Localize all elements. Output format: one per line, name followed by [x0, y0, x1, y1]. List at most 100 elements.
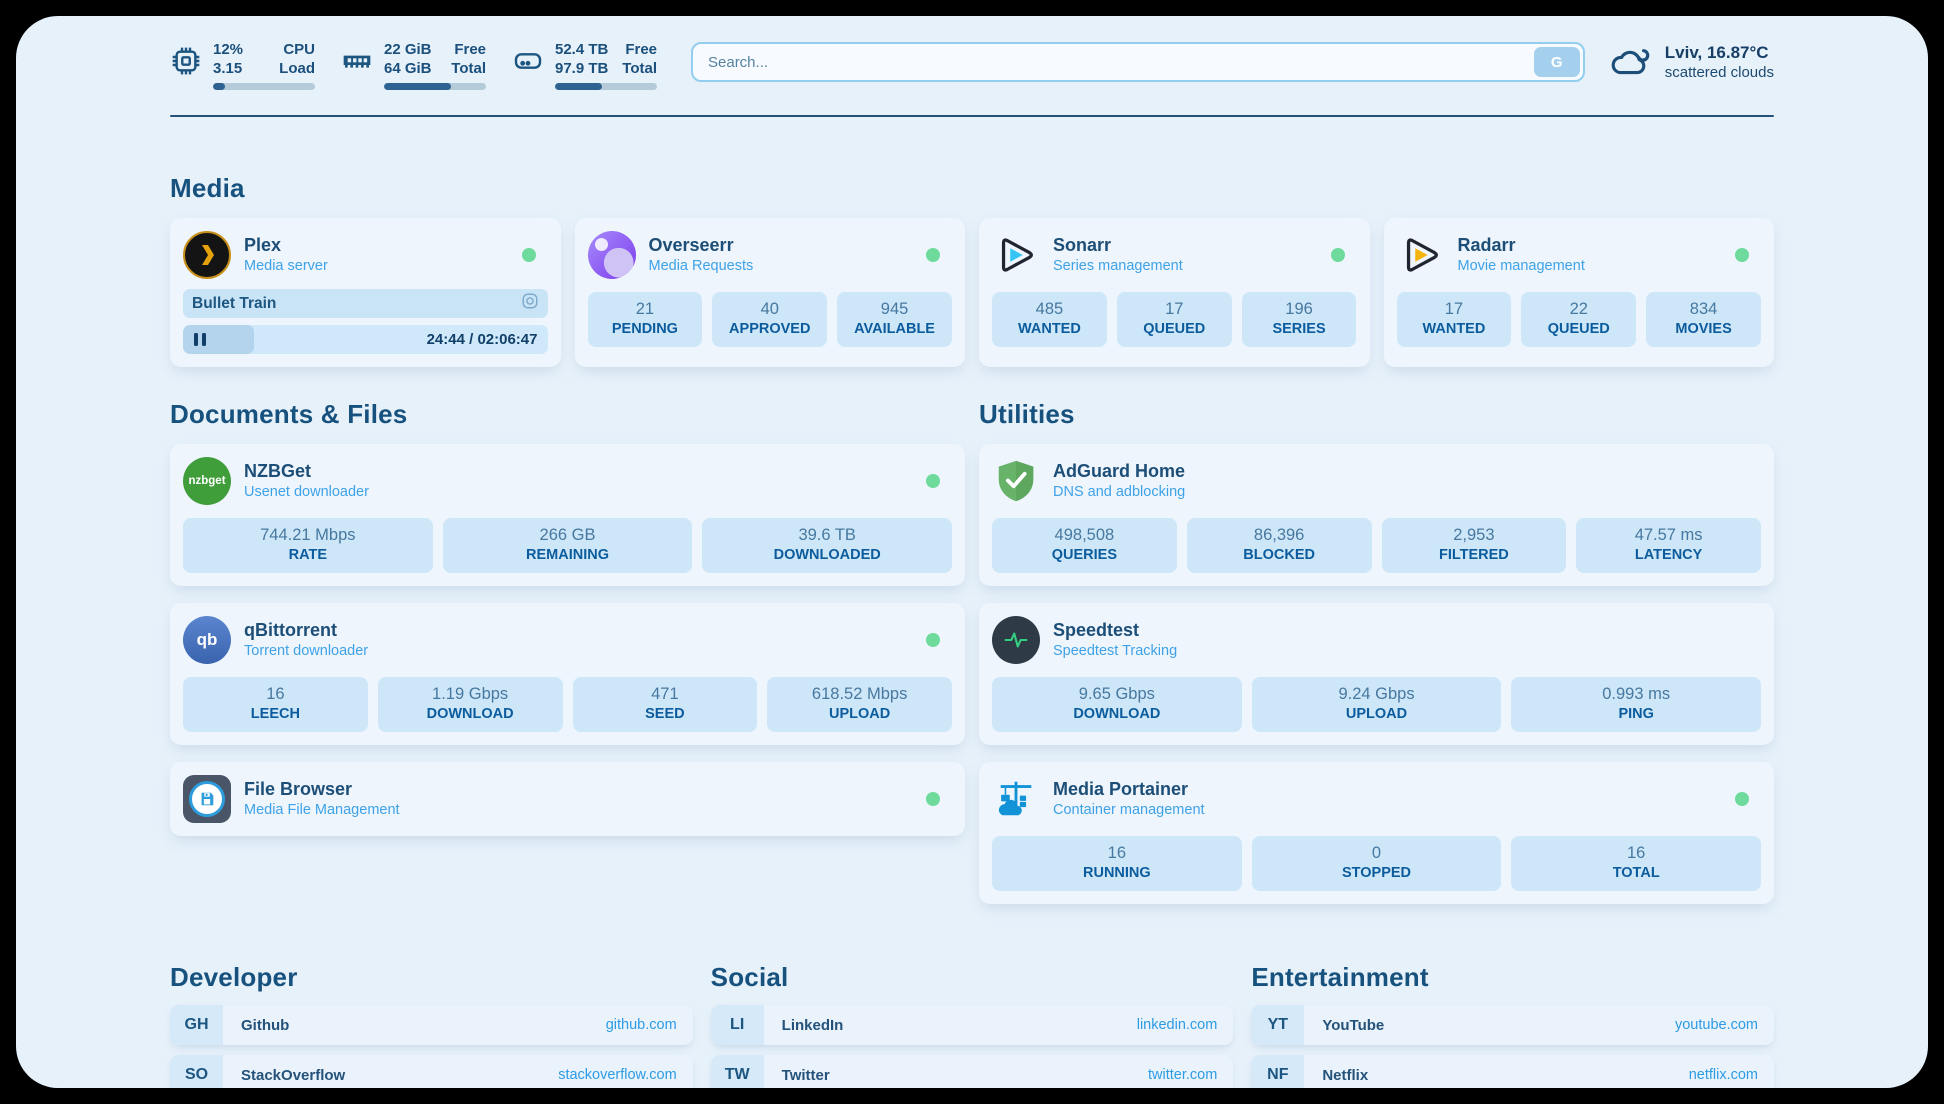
app-subtitle: Torrent downloader [244, 642, 913, 661]
stat-upload: 9.24 GbpsUPLOAD [1252, 677, 1502, 732]
link-url: netflix.com [1689, 1067, 1758, 1083]
link-badge: LI [711, 1005, 764, 1045]
overseerr-icon [588, 231, 636, 279]
link-row-youtube[interactable]: YT YouTube youtube.com [1251, 1005, 1774, 1045]
app-subtitle: Media File Management [244, 801, 913, 820]
section-title-documents: Documents & Files [170, 399, 965, 430]
speedtest-icon [992, 616, 1040, 664]
weather-condition: scattered clouds [1665, 63, 1774, 83]
cpu-icon [170, 45, 202, 82]
stat-download: 1.19 GbpsDOWNLOAD [378, 677, 563, 732]
stat-value: 9.65 Gbps [996, 684, 1238, 705]
stat-value: 86,396 [1191, 525, 1368, 546]
section-title-utilities: Utilities [979, 399, 1774, 430]
header-divider [170, 115, 1774, 117]
app-card-speedtest[interactable]: Speedtest Speedtest Tracking 9.65 GbpsDO… [979, 603, 1774, 745]
stat-label: PING [1515, 705, 1757, 724]
link-row-twitter[interactable]: TW Twitter twitter.com [711, 1055, 1234, 1088]
ram-label-bottom: Total [451, 59, 486, 78]
stat-value: 485 [996, 299, 1103, 320]
stat-total: 16TOTAL [1511, 836, 1761, 891]
qbittorrent-icon-text: qb [197, 630, 218, 650]
app-card-radarr[interactable]: Radarr Movie management 17WANTED 22QUEUE… [1384, 218, 1775, 367]
stat-value: 618.52 Mbps [771, 684, 948, 705]
filebrowser-icon [183, 775, 231, 823]
section-developer: Developer GH Github github.com SO StackO… [170, 962, 693, 1088]
link-url: github.com [606, 1017, 677, 1033]
stat-value: 39.6 TB [706, 525, 948, 546]
disk-total-value: 97.9 TB [555, 59, 608, 78]
cpu-progress-fill [213, 83, 225, 90]
stat-label: AVAILABLE [841, 320, 948, 339]
app-name: Plex [244, 234, 509, 257]
stat-label: STOPPED [1256, 864, 1498, 883]
stat-remaining: 266 GBREMAINING [443, 518, 693, 573]
stat-label: DOWNLOAD [382, 705, 559, 724]
stat-value: 2,953 [1386, 525, 1563, 546]
stat-value: 16 [187, 684, 364, 705]
link-row-github[interactable]: GH Github github.com [170, 1005, 693, 1045]
stat-queued: 22QUEUED [1521, 292, 1636, 347]
link-url: stackoverflow.com [558, 1067, 676, 1083]
section-title-entertainment: Entertainment [1251, 962, 1774, 993]
link-row-linkedin[interactable]: LI LinkedIn linkedin.com [711, 1005, 1234, 1045]
app-card-adguard[interactable]: AdGuard Home DNS and adblocking 498,508Q… [979, 444, 1774, 586]
link-name: Github [241, 1017, 606, 1034]
ram-free-value: 22 GiB [384, 40, 432, 59]
stat-label: SEED [577, 705, 754, 724]
link-url: linkedin.com [1137, 1017, 1218, 1033]
stat-value: 498,508 [996, 525, 1173, 546]
status-dot [926, 792, 940, 806]
link-row-stackoverflow[interactable]: SO StackOverflow stackoverflow.com [170, 1055, 693, 1088]
stat-value: 17 [1121, 299, 1228, 320]
app-card-overseerr[interactable]: Overseerr Media Requests 21PENDING 40APP… [575, 218, 966, 367]
section-media: Media Plex Media server Bullet Train [170, 173, 1774, 367]
app-subtitle: Media Requests [649, 257, 914, 276]
ram-progress-fill [384, 83, 451, 90]
system-stats: 12%CPU 3.15Load 22 GiBFree 64 GiBTotal [170, 40, 657, 90]
status-dot [1735, 248, 1749, 262]
app-name: File Browser [244, 778, 913, 801]
stat-upload: 618.52 MbpsUPLOAD [767, 677, 952, 732]
stat-value: 471 [577, 684, 754, 705]
ram-icon [341, 45, 373, 82]
header: 12%CPU 3.15Load 22 GiBFree 64 GiBTotal [170, 40, 1774, 90]
app-name: AdGuard Home [1053, 460, 1761, 483]
adguard-icon [992, 457, 1040, 505]
stat-latency: 47.57 msLATENCY [1576, 518, 1761, 573]
app-subtitle: Container management [1053, 801, 1722, 820]
link-url: twitter.com [1148, 1067, 1217, 1083]
app-card-plex[interactable]: Plex Media server Bullet Train [170, 218, 561, 367]
section-utilities: Utilities AdGuard Home D [979, 399, 1774, 904]
sonarr-icon [992, 231, 1040, 279]
app-card-qbittorrent[interactable]: qb qBittorrent Torrent downloader 16LEEC… [170, 603, 965, 745]
cpu-label-bottom: Load [279, 59, 315, 78]
app-subtitle: Media server [244, 257, 509, 276]
search-input[interactable] [696, 54, 1534, 71]
app-card-sonarr[interactable]: Sonarr Series management 485WANTED 17QUE… [979, 218, 1370, 367]
app-subtitle: DNS and adblocking [1053, 483, 1761, 502]
search-engine-button[interactable]: G [1534, 47, 1580, 77]
app-card-portainer[interactable]: Media Portainer Container management 16R… [979, 762, 1774, 904]
link-row-netflix[interactable]: NF Netflix netflix.com [1251, 1055, 1774, 1088]
section-documents: Documents & Files nzbget NZBGet Usenet d… [170, 399, 965, 836]
link-badge: YT [1251, 1005, 1304, 1045]
disk-label-top: Free [625, 40, 657, 59]
stat-value: 16 [996, 843, 1238, 864]
nzbget-icon-text: nzbget [188, 475, 225, 487]
stat-leech: 16LEECH [183, 677, 368, 732]
stat-wanted: 485WANTED [992, 292, 1107, 347]
pause-icon [194, 333, 206, 346]
disk-stat-widget: 52.4 TBFree 97.9 TBTotal [512, 40, 657, 90]
link-name: Twitter [782, 1067, 1148, 1084]
app-subtitle: Usenet downloader [244, 483, 913, 502]
stat-label: LATENCY [1580, 546, 1757, 565]
link-name: YouTube [1322, 1017, 1675, 1034]
app-card-nzbget[interactable]: nzbget NZBGet Usenet downloader 744.21 M… [170, 444, 965, 586]
app-card-filebrowser[interactable]: File Browser Media File Management [170, 762, 965, 836]
playback-time: 24:44 / 02:06:47 [427, 331, 538, 348]
stat-value: 40 [716, 299, 823, 320]
stat-value: 21 [592, 299, 699, 320]
stat-label: PENDING [592, 320, 699, 339]
stat-value: 17 [1401, 299, 1508, 320]
